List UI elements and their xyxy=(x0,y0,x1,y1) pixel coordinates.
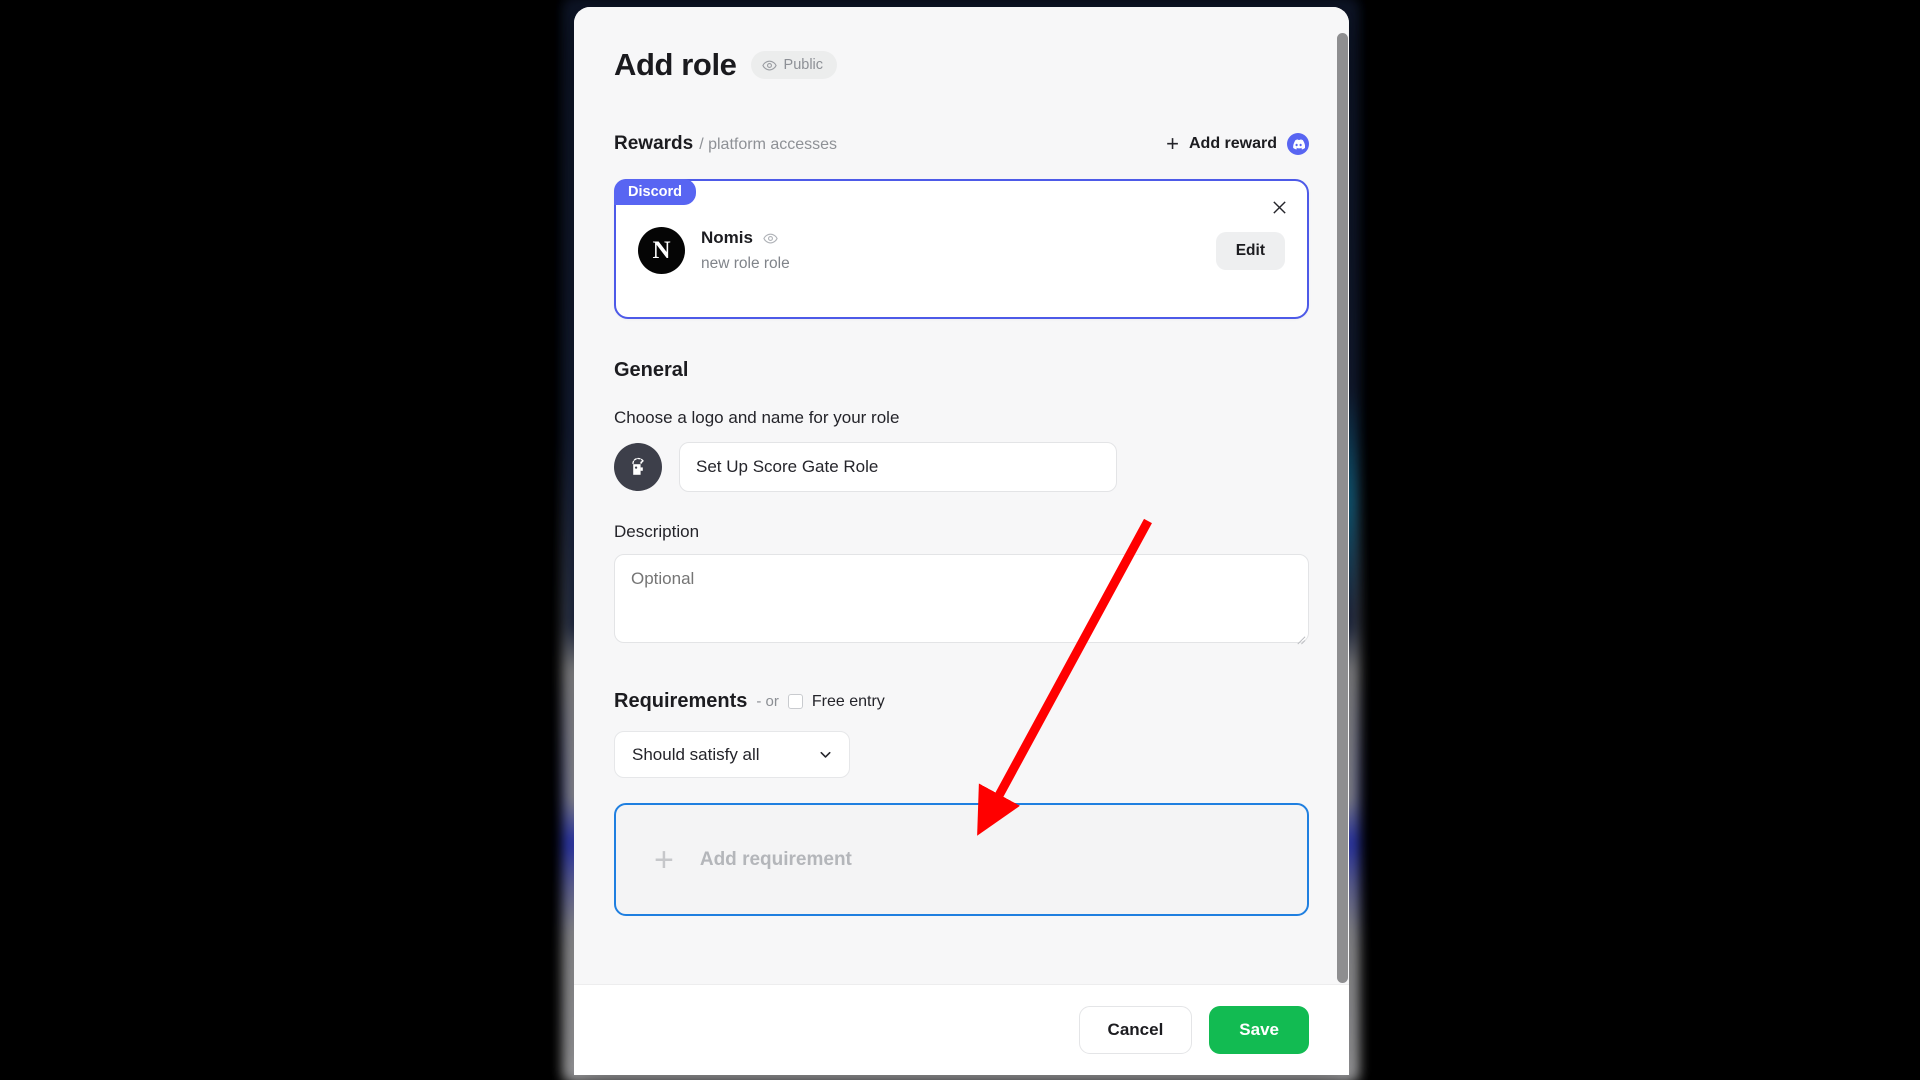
requirement-logic-value: Should satisfy all xyxy=(632,744,760,764)
free-entry-label: Free entry xyxy=(811,692,885,710)
requirements-header: Requirements - or Free entry xyxy=(614,690,1309,713)
logo-name-label: Choose a logo and name for your role xyxy=(614,408,900,427)
modal-scroll-area[interactable]: Add role Public Rewards / platform access… xyxy=(574,7,1349,984)
visibility-badge-label: Public xyxy=(783,57,824,73)
role-logo-picker[interactable] xyxy=(614,443,662,491)
plus-icon: + xyxy=(1166,131,1179,156)
reward-edit-button[interactable]: Edit xyxy=(1215,231,1285,270)
add-requirement-label: Add requirement xyxy=(699,848,852,870)
reward-subtitle: new role role xyxy=(701,255,790,272)
add-reward-label: Add reward xyxy=(1188,135,1277,152)
reward-platform-tag: Discord xyxy=(614,179,696,205)
rewards-subtitle: / platform accesses xyxy=(699,136,838,153)
rewards-title: Rewards xyxy=(614,133,694,154)
page-title: Add role xyxy=(614,47,737,82)
role-avatar-icon xyxy=(632,457,644,475)
modal-header: Add role Public xyxy=(614,41,1309,83)
chevron-down-icon xyxy=(820,751,831,758)
discord-icon xyxy=(1287,133,1309,155)
plus-icon: + xyxy=(654,840,674,879)
save-button[interactable]: Save xyxy=(1209,1006,1309,1054)
cancel-button[interactable]: Cancel xyxy=(1078,1006,1193,1054)
reward-name-row: Nomis xyxy=(701,228,1200,248)
add-reward-button[interactable]: + Add reward xyxy=(1166,133,1309,155)
rewards-heading: Rewards / platform accesses xyxy=(614,133,837,155)
rewards-section-header: Rewards / platform accesses + Add reward xyxy=(614,133,1309,155)
requirement-logic-select[interactable]: Should satisfy all xyxy=(614,731,850,778)
free-entry-checkbox[interactable] xyxy=(787,694,803,709)
eye-icon xyxy=(761,60,777,70)
role-name-input[interactable] xyxy=(679,442,1117,492)
add-requirement-button[interactable]: + Add requirement xyxy=(614,803,1309,916)
eye-icon xyxy=(763,233,778,243)
visibility-badge[interactable]: Public xyxy=(750,51,838,79)
description-label: Description xyxy=(614,522,700,541)
close-icon xyxy=(1272,200,1286,214)
reward-meta: Nomis new role role xyxy=(701,228,1200,273)
avatar: N xyxy=(638,227,685,274)
add-role-modal: Add role Public Rewards / platform access… xyxy=(574,7,1349,1075)
description-textarea[interactable] xyxy=(614,554,1309,643)
modal-scrollbar[interactable] xyxy=(1336,7,1349,1075)
logo-name-row xyxy=(614,442,1309,492)
screen: Add role Public Rewards / platform access… xyxy=(0,0,1920,1080)
reward-card-close-button[interactable] xyxy=(1265,193,1293,221)
requirements-or-text: - or xyxy=(756,693,779,710)
reward-card[interactable]: Discord N Nomis new role role Edit xyxy=(614,179,1309,319)
modal-footer: Cancel Save xyxy=(574,984,1349,1075)
scrollbar-thumb[interactable] xyxy=(1337,33,1348,983)
reward-card-content: N Nomis new role role Edit xyxy=(638,227,1285,274)
general-heading: General xyxy=(614,359,689,381)
reward-name: Nomis xyxy=(701,228,753,247)
requirements-title: Requirements xyxy=(614,690,748,712)
